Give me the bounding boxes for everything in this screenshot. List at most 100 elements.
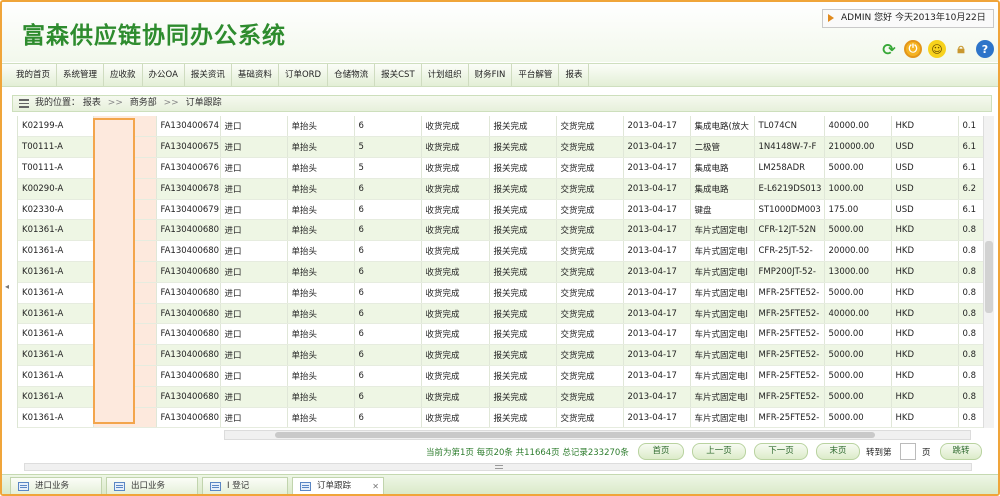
- app-title: 富森供应链协同办公系统: [22, 23, 286, 49]
- table-cell: 单抬头: [287, 261, 355, 283]
- table-cell: 集成电路(放大: [690, 116, 755, 138]
- pager: 当前为第1页 每页20条 共11664页 总记录233270条 首页 上一页 下…: [2, 442, 998, 462]
- table-row[interactable]: K00290-A FA130400678 进口 单抬头 6 收货完成 报关完成 交货完成 201…: [18, 178, 983, 200]
- table-cell: 交货完成: [556, 136, 624, 159]
- table-cell: 5000.00: [824, 365, 892, 387]
- lock-icon[interactable]: 🔒︎: [952, 40, 970, 58]
- table-cell: 收货完成: [421, 344, 490, 367]
- scrollbar-thumb[interactable]: [275, 432, 875, 438]
- table-cell: 6: [354, 240, 422, 263]
- scrollbar-grip[interactable]: [495, 465, 503, 469]
- tab-import[interactable]: 进口业务: [10, 477, 102, 494]
- table-cell: 2013-04-17: [623, 178, 691, 200]
- breadcrumb-item-business[interactable]: 商务部: [130, 98, 157, 108]
- scrollbar-thumb[interactable]: [985, 241, 993, 313]
- tab-register[interactable]: I 登记: [202, 477, 288, 494]
- table-cell: K01361-A: [18, 365, 94, 387]
- table-row[interactable]: K01361-A FA130400680 进口 单抬头 6 收货完成 报关完成 交货完成 201…: [18, 323, 983, 346]
- table-cell: 报关完成: [489, 365, 557, 387]
- table-cell: 收货完成: [421, 261, 490, 283]
- panel-scrollbar[interactable]: [24, 463, 972, 471]
- menu-item[interactable]: 应收款: [104, 64, 143, 86]
- first-page-button[interactable]: 首页: [638, 443, 684, 460]
- last-page-button[interactable]: 末页: [816, 443, 860, 460]
- next-page-button[interactable]: 下一页: [754, 443, 808, 460]
- table-row[interactable]: K02330-A FA130400679 进口 单抬头 6 收货完成 报关完成 交货完成 201…: [18, 199, 983, 221]
- order-table: K02199-A FA130400674 进口 单抬头 6 收货完成 报关完成 交货完成 201…: [17, 116, 983, 428]
- table-cell: 6.1: [958, 199, 983, 221]
- table-cell: FA130400680: [156, 282, 221, 304]
- menu-item[interactable]: 平台解管: [512, 64, 560, 86]
- prev-page-button[interactable]: 上一页: [692, 443, 746, 460]
- sidebar-toggle-icon[interactable]: ◂: [5, 282, 11, 306]
- table-row[interactable]: K01361-A FA130400680 进口 单抬头 6 收货完成 报关完成 交货完成 201…: [18, 365, 983, 387]
- table-row[interactable]: K01361-A FA130400680 进口 单抬头 6 收货完成 报关完成 交货完成 201…: [18, 344, 983, 367]
- smile-icon[interactable]: ☺: [928, 40, 946, 58]
- table-row[interactable]: K01361-A FA130400680 进口 单抬头 6 收货完成 报关完成 交货完成 201…: [18, 219, 983, 242]
- table-cell: 交货完成: [556, 344, 624, 367]
- table-cell: 收货完成: [421, 407, 490, 428]
- vertical-scrollbar[interactable]: [983, 116, 994, 428]
- power-icon[interactable]: ⏻: [904, 40, 922, 58]
- help-icon[interactable]: ?: [976, 40, 994, 58]
- table-row[interactable]: T00111-A FA130400676 进口 单抬头 5 收货完成 报关完成 交货完成 201…: [18, 157, 983, 179]
- table-cell: K01361-A: [18, 407, 94, 428]
- table-cell: USD: [891, 136, 959, 159]
- table-row[interactable]: T00111-A FA130400675 进口 单抬头 5 收货完成 报关完成 交货完成 201…: [18, 136, 983, 159]
- menu-item[interactable]: 财务FIN: [469, 64, 513, 86]
- table-cell: MFR-25FTE52-: [754, 386, 825, 408]
- table-row[interactable]: K01361-A FA130400680 进口 单抬头 6 收货完成 报关完成 交货完成 201…: [18, 282, 983, 304]
- table-cell: 6.2: [958, 178, 983, 200]
- table-row[interactable]: K01361-A FA130400680 进口 单抬头 6 收货完成 报关完成 交货完成 201…: [18, 240, 983, 263]
- table-row[interactable]: K01361-A FA130400680 进口 单抬头 6 收货完成 报关完成 交货完成 201…: [18, 407, 983, 428]
- table-cell: 集成电路: [690, 178, 755, 200]
- goto-page-input[interactable]: [900, 443, 916, 460]
- table-cell: MFR-25FTE52-: [754, 407, 825, 428]
- refresh-icon[interactable]: ⟳: [880, 40, 898, 59]
- table-cell: K01361-A: [18, 323, 94, 346]
- table-cell: FA130400675: [156, 136, 221, 159]
- table-cell: 收货完成: [421, 136, 490, 159]
- table-cell: K00290-A: [18, 178, 94, 200]
- table-cell: 报关完成: [489, 178, 557, 200]
- table-cell: HKD: [891, 303, 959, 325]
- menu-item[interactable]: 报表: [559, 64, 590, 86]
- table-cell: 2013-04-17: [623, 365, 691, 387]
- menu-item[interactable]: 系统管理: [57, 64, 105, 86]
- table-cell: 210000.00: [824, 136, 892, 159]
- table-cell: 0.8: [958, 219, 983, 242]
- menu-item[interactable]: 我的首页: [10, 64, 58, 86]
- table-cell: 集成电路: [690, 157, 755, 179]
- table-cell: 交货完成: [556, 261, 624, 283]
- table-cell: 报关完成: [489, 282, 557, 304]
- table-row[interactable]: K01361-A FA130400680 进口 单抬头 6 收货完成 报关完成 交货完成 201…: [18, 303, 983, 325]
- menu-item[interactable]: 报关资讯: [185, 64, 232, 86]
- table-cell: 进口: [220, 303, 288, 325]
- table-row[interactable]: K01361-A FA130400680 进口 单抬头 6 收货完成 报关完成 交货完成 201…: [18, 261, 983, 283]
- menu-item[interactable]: 仓储物流: [328, 64, 376, 86]
- breadcrumb-item-report[interactable]: 报表: [83, 98, 101, 108]
- table-cell: 报关完成: [489, 323, 557, 346]
- table-cell: 6: [354, 282, 422, 304]
- breadcrumb-item-order-tracking: 订单跟踪: [185, 98, 222, 108]
- tab-export[interactable]: 出口业务: [106, 477, 198, 494]
- close-icon[interactable]: ✕: [372, 478, 379, 494]
- menu-item[interactable]: 订单ORD: [279, 64, 329, 86]
- table-cell: 单抬头: [287, 282, 355, 304]
- tab-order-tracking[interactable]: 订单跟踪 ✕: [292, 477, 384, 494]
- table-cell: 交货完成: [556, 365, 624, 387]
- menu-item[interactable]: 办公OA: [143, 64, 185, 86]
- table-cell: MFR-25FTE52-: [754, 282, 825, 304]
- horizontal-scrollbar[interactable]: [224, 430, 971, 440]
- table-row[interactable]: K01361-A FA130400680 进口 单抬头 6 收货完成 报关完成 交货完成 201…: [18, 386, 983, 408]
- menu-item[interactable]: 计划组织: [422, 64, 469, 86]
- table-row[interactable]: K02199-A FA130400674 进口 单抬头 6 收货完成 报关完成 交货完成 201…: [18, 116, 983, 138]
- goto-button[interactable]: 跳转: [940, 443, 982, 460]
- menu-item[interactable]: 基础资料: [232, 64, 279, 86]
- table-cell: 车片式固定电l: [690, 282, 755, 304]
- table-cell: 单抬头: [287, 178, 355, 200]
- table-cell: 交货完成: [556, 199, 624, 221]
- table-cell: MFR-25FTE52-: [754, 303, 825, 325]
- table-cell: LM258ADR: [754, 157, 825, 179]
- menu-item[interactable]: 报关CST: [375, 64, 422, 86]
